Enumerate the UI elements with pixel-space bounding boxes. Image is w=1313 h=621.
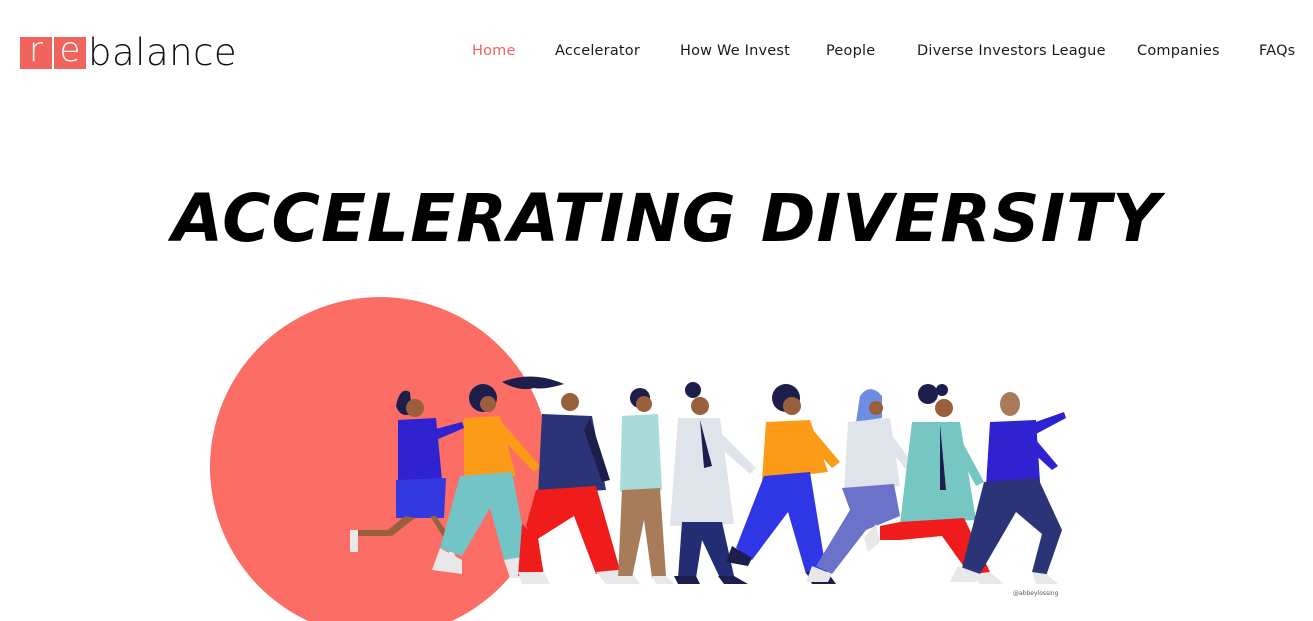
nav-item-people[interactable]: People (826, 40, 875, 62)
person-6-figure (726, 384, 840, 584)
hero-title: ACCELERATING DIVERSITY (172, 180, 1161, 257)
nav-item-home[interactable]: Home (472, 40, 516, 62)
illustration-credit: @abbeylossing (1013, 590, 1059, 597)
nav-item-diverse-investors-league[interactable]: Diverse Investors League (917, 40, 1106, 62)
page: r e balance Home Accelerator How We Inve… (0, 0, 1313, 621)
nav-item-accelerator[interactable]: Accelerator (555, 40, 640, 62)
nav-item-companies[interactable]: Companies (1137, 40, 1220, 62)
person-4-figure (614, 388, 674, 584)
nav-item-faqs[interactable]: FAQs (1259, 40, 1295, 62)
nav-item-how-we-invest[interactable]: How We Invest (680, 40, 790, 62)
hero-illustration (210, 297, 1066, 621)
main-nav: Home Accelerator How We Invest People Di… (0, 40, 1313, 62)
